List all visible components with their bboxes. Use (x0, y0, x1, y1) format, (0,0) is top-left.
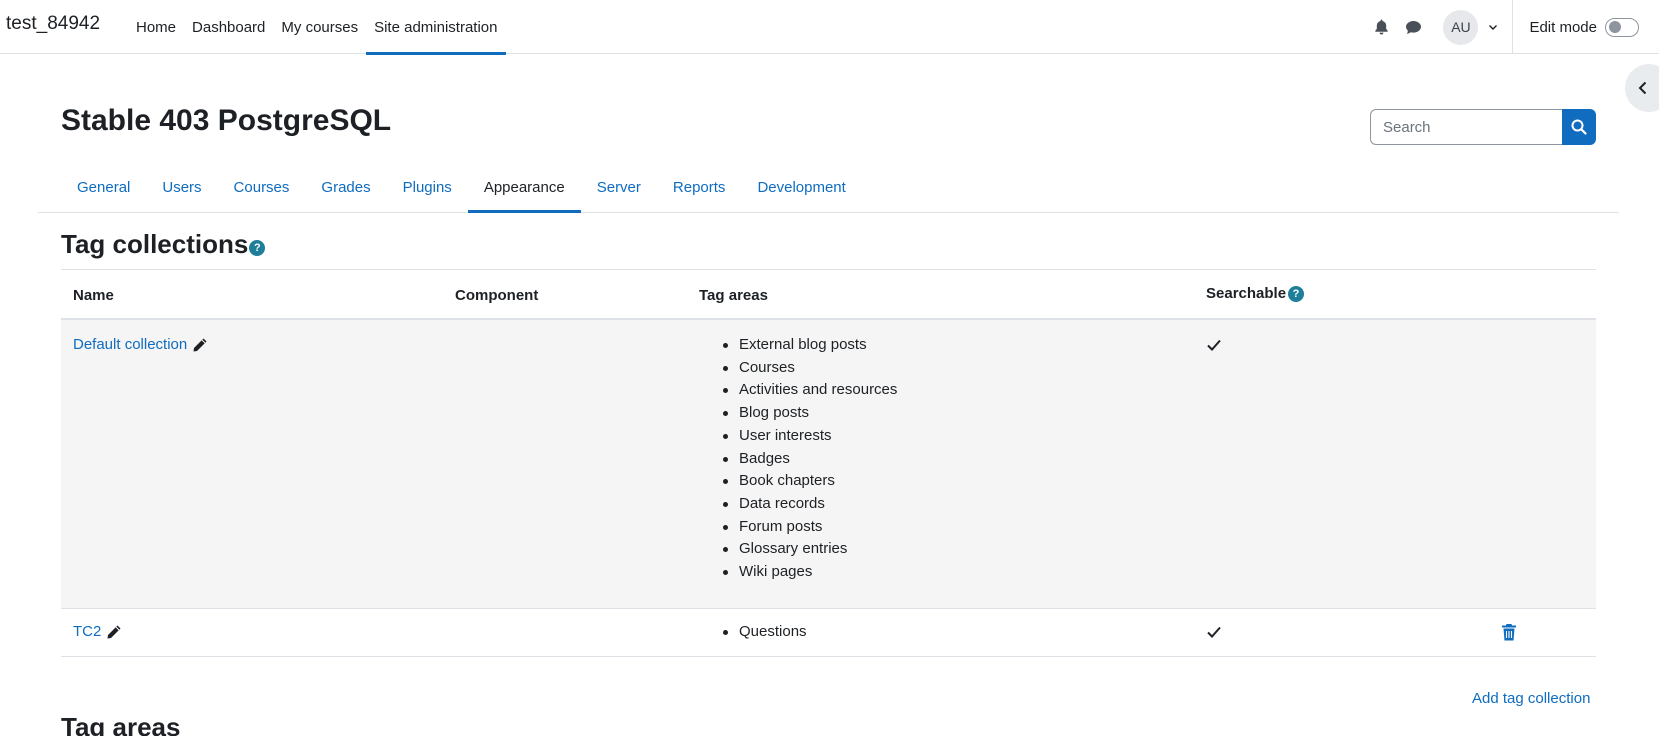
list-item: Book chapters (721, 470, 897, 493)
list-item: Activities and resources (721, 379, 897, 402)
edit-pencil-icon[interactable] (192, 337, 208, 353)
table-header: Name Component Tag areas Searchable ? (61, 269, 1596, 320)
user-menu[interactable]: AU (1443, 9, 1498, 45)
list-item: User interests (721, 425, 897, 448)
collection-name-link[interactable]: TC2 (73, 623, 101, 640)
column-header-searchable: Searchable ? (1206, 285, 1305, 302)
list-item: Forum posts (721, 516, 897, 539)
nav-home[interactable]: Home (128, 0, 184, 54)
column-header-name: Name (73, 287, 114, 304)
nav-my-courses[interactable]: My courses (273, 0, 366, 54)
tag-collections-title: Tag collections (61, 229, 249, 259)
searchable-header-label: Searchable (1206, 285, 1287, 302)
tab-plugins[interactable]: Plugins (387, 162, 468, 212)
primary-navigation: Home Dashboard My courses Site administr… (128, 0, 506, 55)
tab-server[interactable]: Server (581, 162, 657, 212)
tab-general[interactable]: General (61, 162, 146, 212)
search-input[interactable] (1370, 109, 1562, 145)
tab-grades[interactable]: Grades (305, 162, 386, 212)
open-block-drawer-button[interactable] (1625, 64, 1659, 112)
collection-name-cell: TC2 (73, 623, 122, 640)
tab-reports[interactable]: Reports (657, 162, 742, 212)
edit-mode-label: Edit mode (1529, 18, 1597, 36)
admin-secondary-navigation: General Users Courses Grades Plugins App… (38, 162, 1619, 213)
list-item: Data records (721, 493, 897, 516)
chevron-left-icon (1638, 81, 1647, 95)
collection-name-link[interactable]: Default collection (73, 336, 187, 353)
tag-areas-list: External blog posts Courses Activities a… (721, 334, 897, 584)
tab-users[interactable]: Users (146, 162, 217, 212)
list-item: Wiki pages (721, 561, 897, 584)
searchable-check-icon (1207, 626, 1221, 638)
search-button[interactable] (1562, 109, 1596, 145)
nav-dashboard[interactable]: Dashboard (184, 0, 273, 54)
top-navbar: test_84942 Home Dashboard My courses Sit… (0, 0, 1659, 55)
searchable-check-icon (1207, 339, 1221, 351)
admin-search (1370, 109, 1596, 145)
chevron-down-icon (1489, 25, 1498, 30)
list-item: Glossary entries (721, 538, 897, 561)
avatar: AU (1443, 9, 1479, 45)
edit-pencil-icon[interactable] (106, 624, 122, 640)
column-header-component: Component (455, 287, 539, 304)
list-item: Courses (721, 357, 897, 380)
notifications-bell-icon[interactable] (1365, 11, 1397, 43)
tab-appearance[interactable]: Appearance (467, 162, 581, 213)
list-item: External blog posts (721, 334, 897, 357)
edit-mode-toggle[interactable] (1605, 17, 1639, 37)
list-item: Questions (721, 621, 807, 644)
edit-mode-switch[interactable]: Edit mode (1513, 17, 1659, 37)
tag-areas-list: Questions (721, 621, 807, 644)
list-item: Badges (721, 448, 897, 471)
list-item: Blog posts (721, 402, 897, 425)
table-row: Default collection External blog posts C… (61, 320, 1596, 609)
tag-collections-heading: Tag collections ? (61, 229, 266, 260)
messages-chat-icon[interactable] (1397, 11, 1429, 43)
tag-collections-table: Name Component Tag areas Searchable ? De… (61, 269, 1596, 657)
help-icon[interactable]: ? (1288, 285, 1305, 302)
add-tag-collection-link[interactable]: Add tag collection (1472, 690, 1590, 707)
tag-areas-heading: Tag areas (61, 712, 181, 736)
page-title: Stable 403 PostgreSQL (61, 104, 392, 137)
column-header-tag-areas: Tag areas (699, 287, 768, 304)
collection-name-cell: Default collection (73, 336, 208, 353)
navbar-right: AU Edit mode (1365, 0, 1659, 54)
table-row: TC2 Questions (61, 609, 1596, 657)
delete-trash-icon[interactable] (1501, 623, 1517, 641)
tab-courses[interactable]: Courses (218, 162, 306, 212)
help-icon[interactable]: ? (249, 239, 266, 256)
tab-development[interactable]: Development (741, 162, 861, 212)
search-icon (1571, 119, 1587, 135)
nav-site-administration[interactable]: Site administration (366, 0, 506, 55)
site-brand[interactable]: test_84942 (6, 13, 100, 35)
